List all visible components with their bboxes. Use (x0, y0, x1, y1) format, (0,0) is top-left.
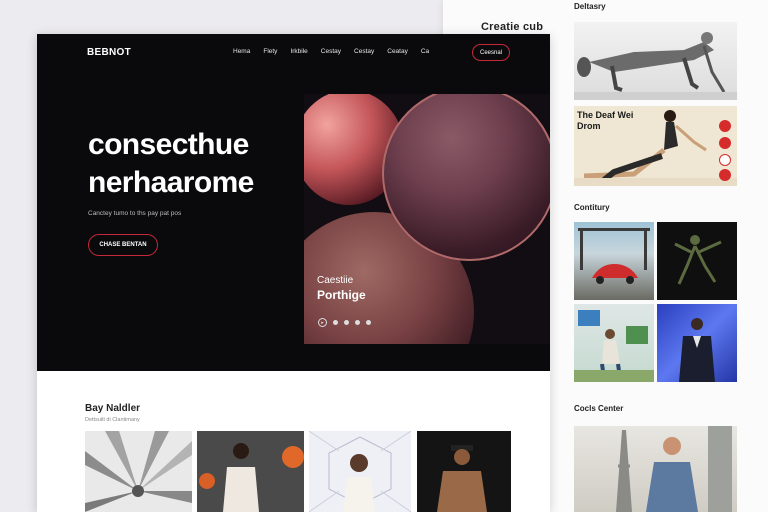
grid-photo-car[interactable] (574, 222, 654, 300)
section-subheading: Dettsuilt di Clantimany (85, 417, 140, 423)
thumb-man-hat[interactable] (417, 431, 511, 512)
nav-item-7[interactable]: Ca (421, 47, 429, 57)
dot-icon[interactable] (366, 320, 371, 325)
architecture-illustration (85, 431, 192, 512)
nav-item-1[interactable]: Hema (233, 47, 250, 57)
hero-headline-line-1: consecthue (88, 128, 249, 161)
yoga-figure (574, 110, 737, 186)
car-illustration (578, 228, 650, 284)
grid-photo-figure[interactable] (657, 222, 737, 300)
dot-icon[interactable] (333, 320, 338, 325)
back-page-title: Creatie cub (481, 21, 544, 33)
section-title-2: Contitury (574, 203, 610, 212)
promo-white-dot[interactable] (719, 154, 731, 166)
nav-cta-button[interactable]: Ceesnal (472, 44, 510, 61)
top-nav: Hema Flety Irkbile Cestay Cestay Ceatay … (233, 47, 442, 57)
woman-illustration (574, 310, 654, 382)
main-page: BEBNOT Hema Flety Irkbile Cestay Cestay … (37, 34, 550, 512)
hero-headline: consecthue nerhaarome (88, 126, 254, 202)
nav-item-6[interactable]: Ceatay (387, 47, 408, 57)
paris-photo[interactable] (574, 426, 737, 512)
section-title-3: Cocls Center (574, 404, 624, 413)
man-hat-illustration (437, 445, 487, 512)
grid-photo-woman[interactable] (574, 304, 654, 382)
robot-illustration (574, 32, 737, 100)
hero-subtitle: Canctey tumo to ths pay pat pos (88, 210, 182, 217)
nav-item-3[interactable]: Irkbile (290, 47, 307, 57)
promo-red-dot-1[interactable] (719, 120, 731, 132)
section-heading: Bay Naldler (85, 403, 141, 414)
dot-icon[interactable] (355, 320, 360, 325)
site-logo[interactable]: BEBNOT (87, 47, 131, 58)
play-icon[interactable]: ▸ (318, 318, 327, 327)
hexagon-portrait-illustration (309, 431, 411, 512)
section-title-1: Deltasry (574, 2, 606, 11)
promo-card[interactable]: The Deaf Wei Drom (574, 106, 737, 186)
robot-photo[interactable] (574, 22, 737, 100)
nav-item-5[interactable]: Cestay (354, 47, 374, 57)
thumb-hexagon[interactable] (309, 431, 411, 512)
thumb-woman-oranges[interactable] (197, 431, 304, 512)
grid-photo-man[interactable] (657, 304, 737, 382)
dot-icon[interactable] (344, 320, 349, 325)
hero-artwork: Caestiie Porthige ▸ (304, 94, 550, 344)
artwork-caption: Caestiie Porthige (317, 274, 366, 303)
hero-cta-button[interactable]: CHASE BENTAN (88, 234, 158, 256)
nav-item-4[interactable]: Cestay (321, 47, 341, 57)
eiffel-man-illustration (616, 426, 732, 512)
woman-oranges-illustration (199, 443, 304, 512)
nav-item-2[interactable]: Flety (263, 47, 277, 57)
man-suit-illustration (679, 318, 715, 382)
thumb-architecture[interactable] (85, 431, 192, 512)
hero-headline-line-2: nerhaarome (88, 166, 254, 199)
hero-section: BEBNOT Hema Flety Irkbile Cestay Cestay … (37, 34, 550, 371)
artwork-caption-line-1: Caestiie (317, 275, 354, 286)
promo-red-dot-2[interactable] (719, 137, 731, 149)
dark-figure-illustration (674, 235, 722, 285)
gallery-column: Deltasry The Deaf Wei Drom Contitury Coc… (573, 0, 739, 512)
artwork-controls: ▸ (318, 318, 371, 327)
promo-red-dot-3[interactable] (719, 169, 731, 181)
artwork-caption-line-2: Porthige (317, 288, 366, 302)
